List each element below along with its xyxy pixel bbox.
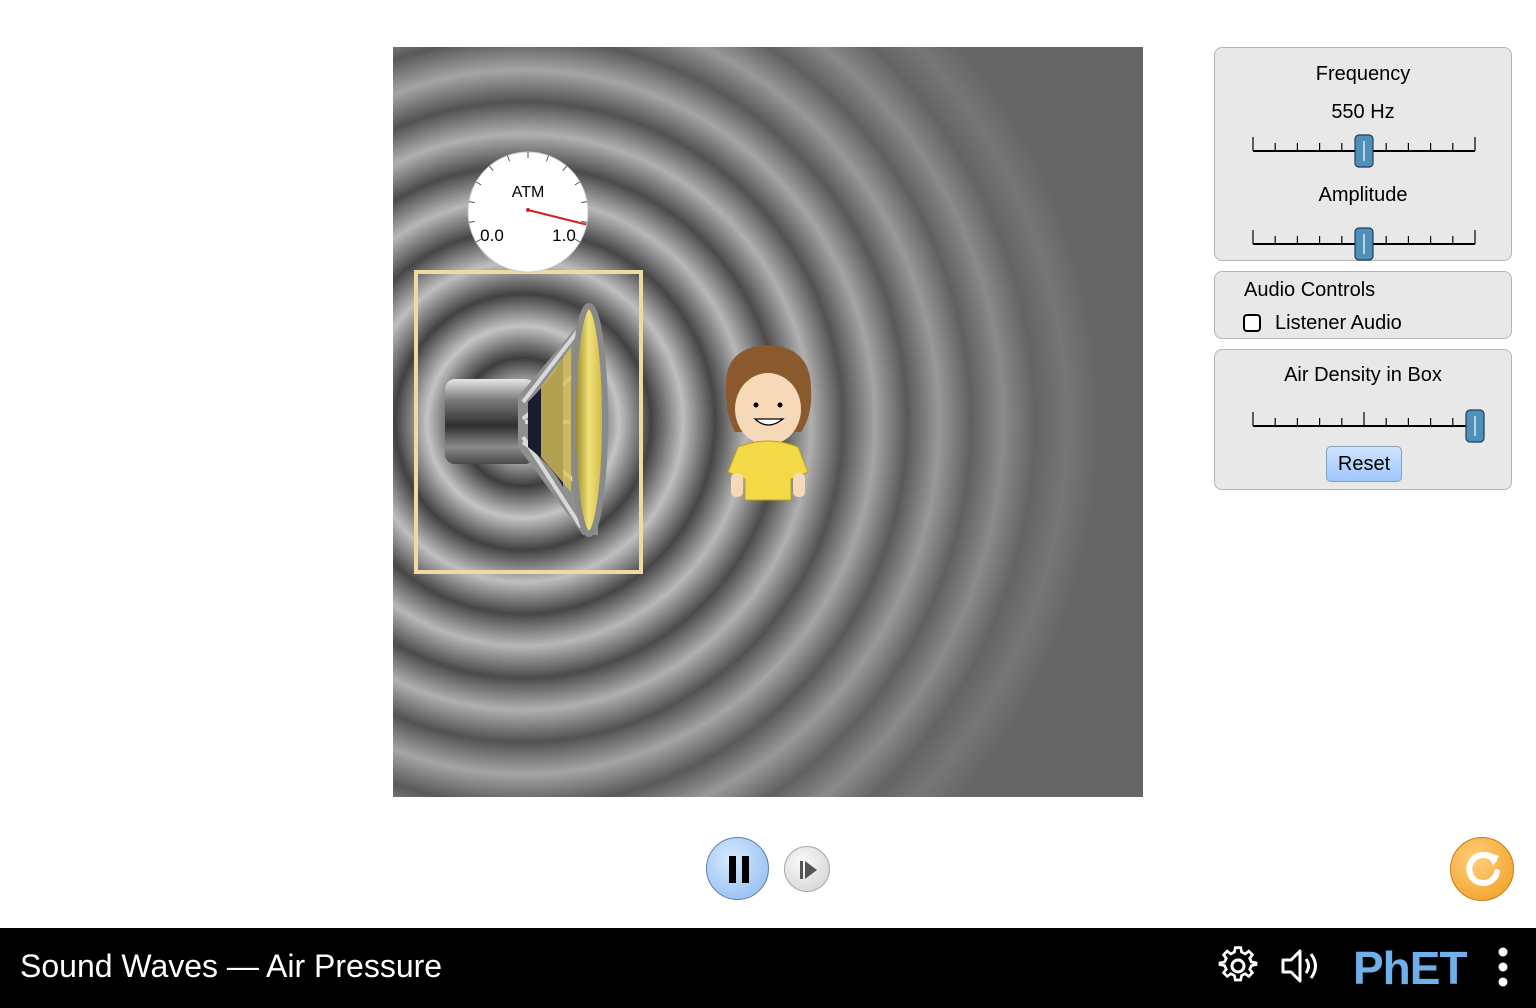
reset-all-button[interactable] (1450, 837, 1514, 901)
frequency-slider[interactable] (1252, 123, 1476, 168)
audio-controls-title: Audio Controls (1244, 279, 1376, 301)
listener-audio-label: Listener Audio (1275, 311, 1402, 334)
listener-audio-toggle[interactable]: Listener Audio (1243, 311, 1402, 335)
air-density-panel: Air Density in Box Reset (1214, 349, 1512, 490)
sim-title: Sound Waves — Air Pressure (20, 948, 443, 984)
amplitude-title: Amplitude (1318, 184, 1408, 206)
amplitude-slider[interactable] (1252, 216, 1476, 261)
pressure-gauge: ATM 0.0 1.0 (467, 151, 589, 273)
air-density-slider[interactable] (1252, 398, 1485, 443)
speaker-icon[interactable] (1280, 946, 1326, 986)
simulation-stage[interactable]: ATM 0.0 1.0 (393, 47, 1143, 797)
kebab-menu-icon[interactable] (1495, 944, 1511, 990)
step-forward-icon (800, 861, 817, 879)
navigation-bar: Sound Waves — Air Pressure PhET (0, 928, 1536, 1008)
air-density-title: Air Density in Box (1284, 364, 1442, 386)
listener-person (725, 345, 812, 501)
listener-audio-checkbox[interactable] (1243, 314, 1261, 332)
phet-logo[interactable]: PhET (1353, 944, 1468, 992)
reset-all-icon (1466, 852, 1500, 887)
frequency-value: 550 Hz (1331, 101, 1395, 123)
pause-icon (729, 856, 749, 883)
frequency-amplitude-panel: Frequency 550 Hz Amplitude (1214, 47, 1512, 261)
audio-controls-panel: Audio Controls Listener Audio (1214, 271, 1512, 339)
gauge-min-label: 0.0 (480, 226, 504, 245)
play-pause-button[interactable] (706, 837, 769, 900)
reset-density-button[interactable]: Reset (1326, 446, 1402, 482)
gauge-unit-label: ATM (512, 184, 545, 201)
pressure-wave-field: ATM 0.0 1.0 (393, 47, 1143, 797)
frequency-title: Frequency (1315, 63, 1411, 85)
gauge-max-label: 1.0 (552, 226, 576, 245)
gear-icon[interactable] (1218, 946, 1258, 986)
step-forward-button[interactable] (784, 846, 830, 892)
